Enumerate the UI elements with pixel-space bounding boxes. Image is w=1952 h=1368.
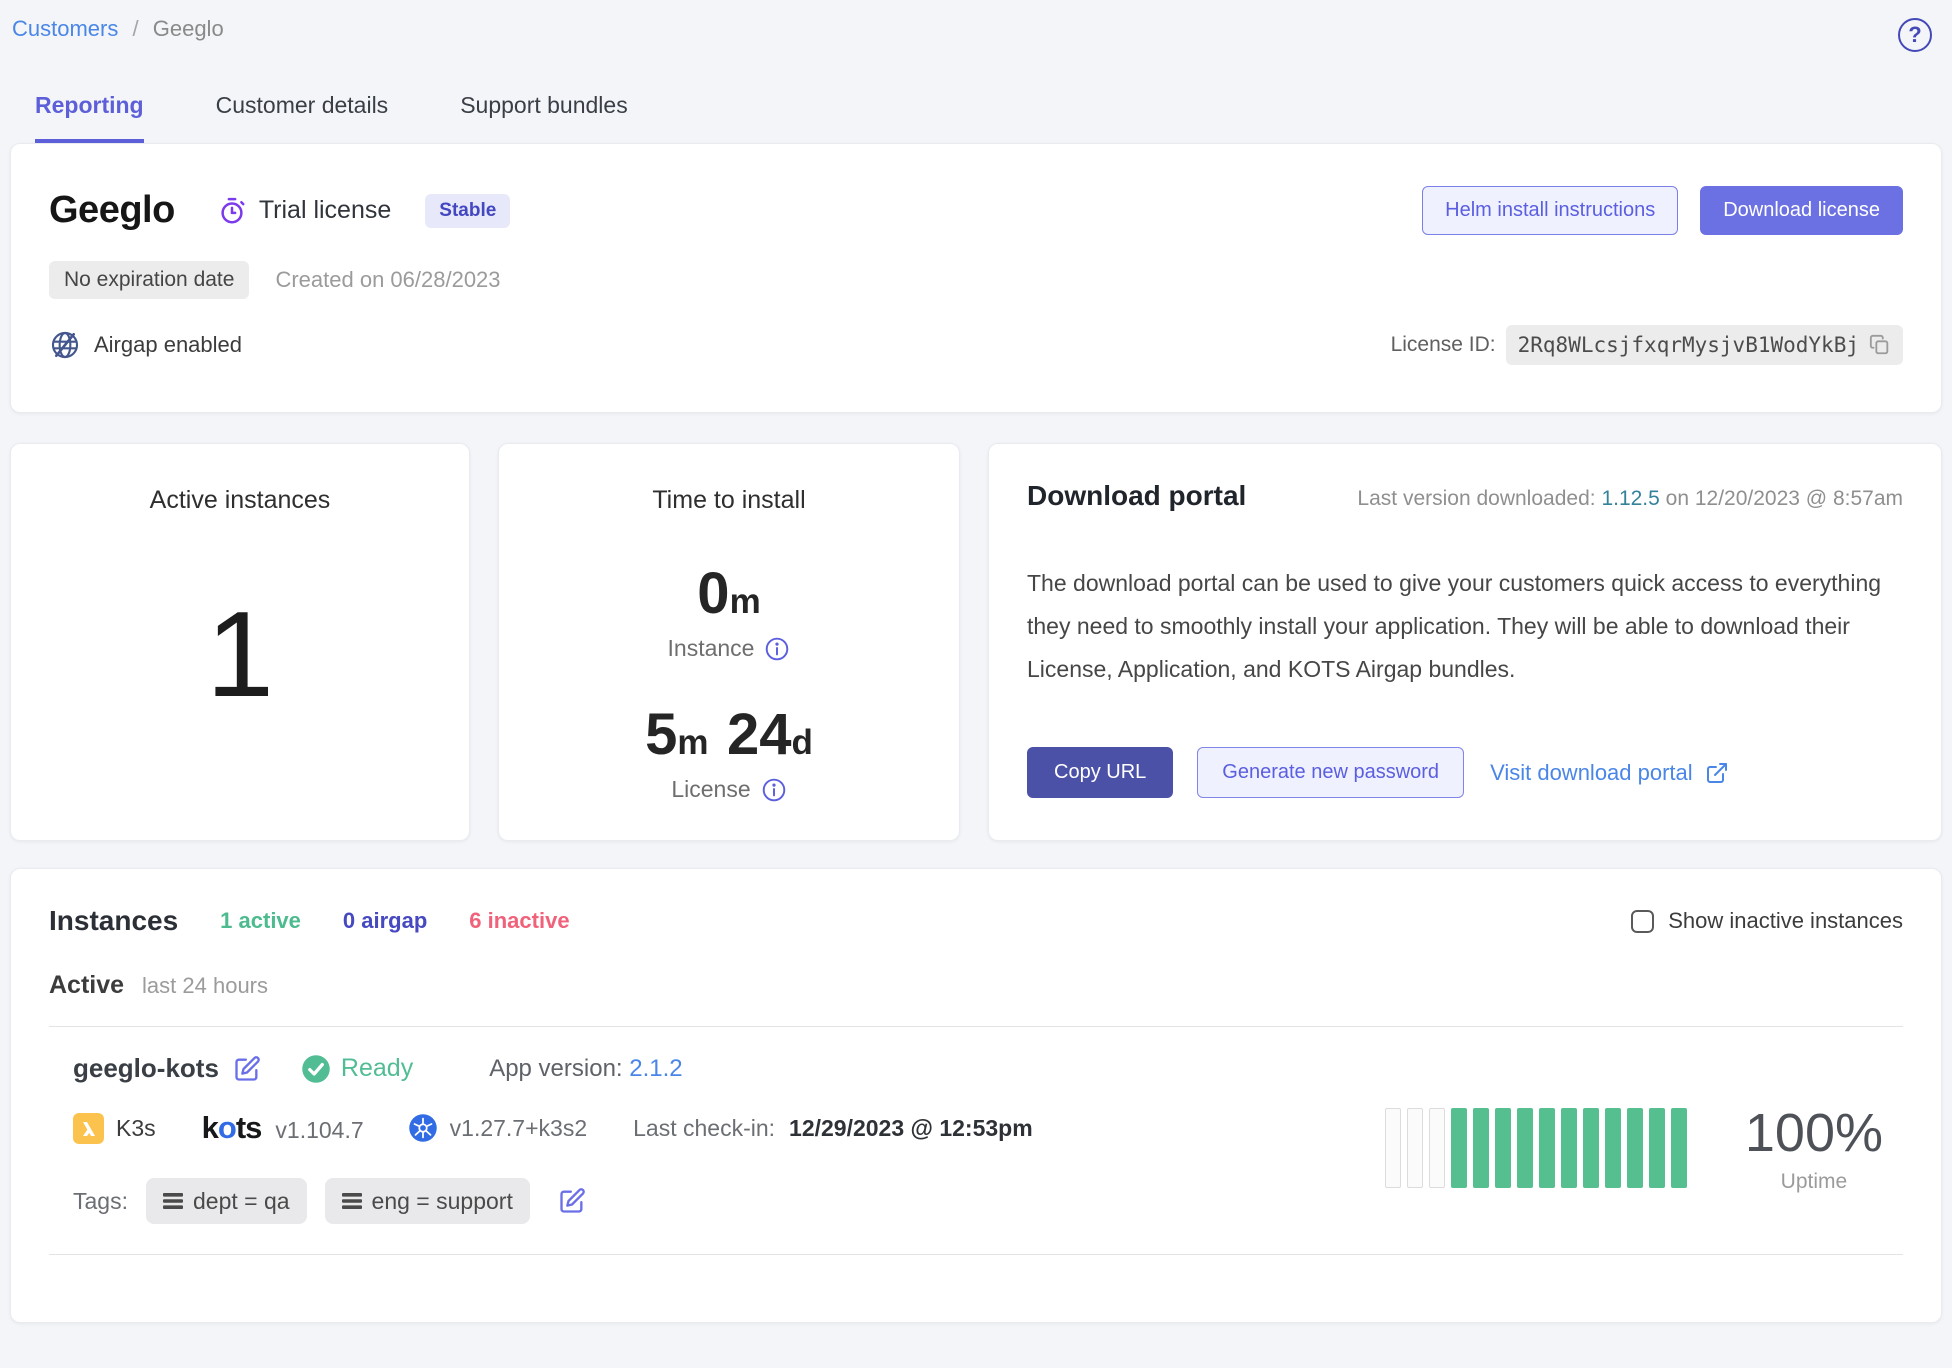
instance-row: geeglo-kots Ready bbox=[49, 1027, 1903, 1224]
edit-instance-name-icon[interactable] bbox=[233, 1055, 261, 1083]
airgap-label: Airgap enabled bbox=[94, 332, 242, 358]
tag-chip[interactable]: eng = support bbox=[325, 1178, 530, 1224]
breadcrumb-current: Geeglo bbox=[153, 16, 224, 41]
license-id-label: License ID: bbox=[1391, 333, 1496, 357]
active-instances-title: Active instances bbox=[150, 486, 331, 515]
kots-version: v1.104.7 bbox=[275, 1117, 363, 1144]
instance-install-time: 0m bbox=[697, 565, 760, 623]
show-inactive-label: Show inactive instances bbox=[1668, 908, 1903, 934]
active-instances-card: Active instances 1 bbox=[10, 443, 470, 841]
download-portal-card: Download portal Last version downloaded:… bbox=[988, 443, 1942, 841]
active-section-label: Active bbox=[49, 971, 124, 1000]
customer-header-card: Geeglo Trial license Stable Helm install… bbox=[10, 143, 1942, 413]
uptime-bar bbox=[1649, 1108, 1665, 1188]
last-checkin-value: 12/29/2023 @ 12:53pm bbox=[789, 1115, 1033, 1142]
inactive-count: 6 inactive bbox=[469, 908, 569, 934]
divider bbox=[49, 1254, 1903, 1255]
tab-reporting[interactable]: Reporting bbox=[35, 92, 144, 143]
uptime-bar bbox=[1407, 1108, 1423, 1188]
license-info-icon[interactable] bbox=[761, 777, 787, 803]
last-checkin-label: Last check-in: bbox=[633, 1115, 775, 1142]
uptime-bar bbox=[1539, 1108, 1555, 1188]
tab-customer-details[interactable]: Customer details bbox=[216, 92, 389, 143]
trial-timer-icon bbox=[217, 196, 247, 226]
channel-badge: Stable bbox=[425, 194, 510, 228]
instance-info-icon[interactable] bbox=[764, 636, 790, 662]
expiration-badge: No expiration date bbox=[49, 261, 249, 299]
copy-url-button[interactable]: Copy URL bbox=[1027, 747, 1173, 798]
uptime-bar bbox=[1385, 1108, 1401, 1188]
uptime-bar bbox=[1605, 1108, 1621, 1188]
tab-bar: Reporting Customer details Support bundl… bbox=[0, 92, 1952, 143]
top-bar: Customers / Geeglo ? bbox=[0, 0, 1952, 52]
helm-install-instructions-button[interactable]: Helm install instructions bbox=[1422, 186, 1678, 235]
show-inactive-checkbox[interactable] bbox=[1631, 910, 1654, 933]
breadcrumb-separator: / bbox=[132, 16, 138, 41]
uptime-value: 100% bbox=[1745, 1102, 1883, 1164]
breadcrumb: Customers / Geeglo bbox=[12, 16, 224, 42]
tab-support-bundles[interactable]: Support bundles bbox=[460, 92, 628, 143]
breadcrumb-customers-link[interactable]: Customers bbox=[12, 16, 118, 41]
download-portal-description: The download portal can be used to give … bbox=[1027, 562, 1903, 691]
instances-title: Instances bbox=[49, 905, 178, 937]
distribution-label: K3s bbox=[116, 1115, 156, 1142]
instance-time-label: Instance bbox=[668, 635, 755, 662]
uptime-bar bbox=[1583, 1108, 1599, 1188]
edit-tags-icon[interactable] bbox=[558, 1187, 586, 1215]
app-version-label: App version: bbox=[489, 1055, 622, 1082]
app-version-link[interactable]: 2.1.2 bbox=[629, 1055, 682, 1082]
uptime-bar bbox=[1517, 1108, 1533, 1188]
uptime-bar bbox=[1495, 1108, 1511, 1188]
active-instances-value: 1 bbox=[206, 593, 274, 715]
license-time-label: License bbox=[671, 776, 750, 803]
ready-check-icon bbox=[301, 1054, 331, 1084]
uptime-bar bbox=[1451, 1108, 1467, 1188]
airgap-count: 0 airgap bbox=[343, 908, 427, 934]
download-license-button[interactable]: Download license bbox=[1700, 186, 1903, 235]
copy-license-icon[interactable] bbox=[1869, 334, 1891, 356]
last-version-link[interactable]: 1.12.5 bbox=[1601, 487, 1659, 510]
uptime-bar bbox=[1627, 1108, 1643, 1188]
time-to-install-title: Time to install bbox=[652, 486, 805, 515]
uptime-bars bbox=[1385, 1108, 1687, 1188]
tags-label: Tags: bbox=[73, 1188, 128, 1215]
tag-chip[interactable]: dept = qa bbox=[146, 1178, 307, 1224]
visit-download-portal-link[interactable]: Visit download portal bbox=[1490, 760, 1729, 786]
stats-row: Active instances 1 Time to install 0m In… bbox=[10, 443, 1942, 841]
uptime-bar bbox=[1561, 1108, 1577, 1188]
airgap-globe-icon bbox=[49, 329, 81, 361]
license-id-chip: 2Rq8WLcsjfxqrMysjvB1WodYkBj bbox=[1506, 325, 1903, 365]
uptime-bar bbox=[1429, 1108, 1445, 1188]
created-date-text: Created on 06/28/2023 bbox=[275, 267, 500, 293]
active-section-sublabel: last 24 hours bbox=[142, 973, 268, 999]
uptime-bar bbox=[1473, 1108, 1489, 1188]
tag-lines-icon bbox=[163, 1192, 183, 1210]
license-id-value: 2Rq8WLcsjfxqrMysjvB1WodYkBj bbox=[1518, 333, 1859, 357]
last-version-downloaded: Last version downloaded: 1.12.5 on 12/20… bbox=[1357, 487, 1903, 511]
instance-name: geeglo-kots bbox=[73, 1053, 219, 1084]
instances-card: Instances 1 active 0 airgap 6 inactive S… bbox=[10, 868, 1942, 1323]
uptime-label: Uptime bbox=[1745, 1170, 1883, 1194]
uptime-panel: 100% Uptime bbox=[1385, 1053, 1903, 1224]
help-icon[interactable]: ? bbox=[1898, 18, 1932, 52]
tag-lines-icon bbox=[342, 1192, 362, 1210]
instance-status: Ready bbox=[341, 1054, 413, 1083]
k8s-version: v1.27.7+k3s2 bbox=[450, 1115, 587, 1142]
generate-new-password-button[interactable]: Generate new password bbox=[1197, 747, 1464, 798]
download-portal-title: Download portal bbox=[1027, 480, 1246, 512]
customer-name: Geeglo bbox=[49, 189, 175, 232]
license-type-label: Trial license bbox=[259, 196, 391, 225]
uptime-bar bbox=[1671, 1108, 1687, 1188]
kubernetes-icon bbox=[408, 1113, 438, 1143]
kots-logo: kots bbox=[202, 1110, 262, 1146]
time-to-install-card: Time to install 0m Instance 5m 24d Licen… bbox=[498, 443, 960, 841]
license-install-time: 5m 24d bbox=[645, 706, 813, 764]
external-link-icon bbox=[1705, 761, 1729, 785]
active-count: 1 active bbox=[220, 908, 301, 934]
k3s-icon bbox=[73, 1113, 104, 1144]
